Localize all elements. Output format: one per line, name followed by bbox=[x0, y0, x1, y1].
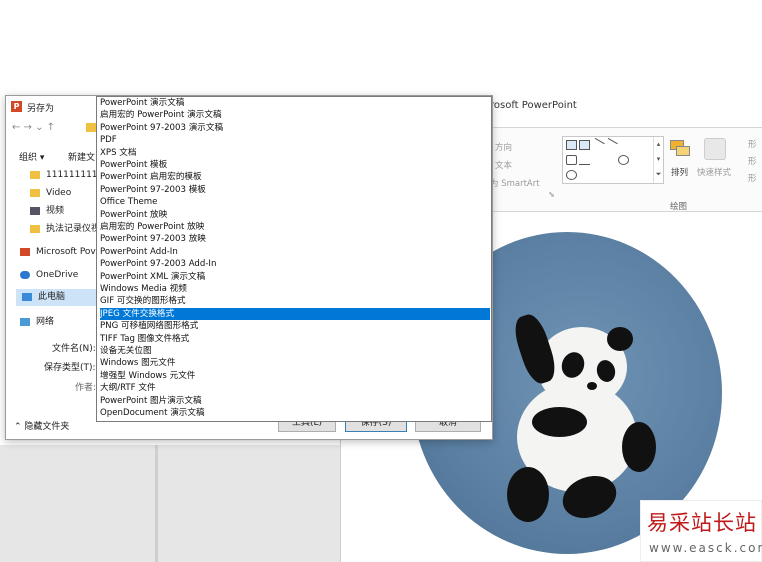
list-item[interactable]: 设备无关位图 bbox=[100, 345, 490, 357]
list-item[interactable]: GIF 可交换的图形格式 bbox=[100, 295, 490, 307]
shape-effects-button[interactable]: 形 bbox=[748, 172, 757, 184]
list-item[interactable]: Office Theme bbox=[100, 196, 490, 208]
chevron-up-icon: ⌃ bbox=[14, 422, 25, 432]
list-item[interactable]: PNG 可移植网络图形格式 bbox=[100, 320, 490, 332]
sidebar-item-label: Microsoft Pov bbox=[36, 247, 96, 257]
window-title: rosoft PowerPoint bbox=[490, 100, 577, 111]
arrow-shape-icon[interactable] bbox=[603, 137, 618, 153]
panda-leg-left bbox=[507, 467, 549, 522]
watermark: 易采站长站 www.easck.com bbox=[640, 500, 762, 562]
save-type-dropdown-list[interactable]: PowerPoint 演示文稿 启用宏的 PowerPoint 演示文稿 Pow… bbox=[96, 96, 492, 422]
pane-splitter[interactable] bbox=[155, 445, 158, 562]
rectangle-shape-icon[interactable] bbox=[566, 155, 577, 165]
gallery-scroll-icon[interactable]: ▴ ▾ ⏷ bbox=[653, 137, 663, 183]
powerpoint-icon bbox=[20, 247, 30, 256]
convert-smartart-button[interactable]: 为 SmartArt bbox=[490, 177, 540, 189]
list-item[interactable]: PowerPoint 97-2003 Add-In bbox=[100, 258, 490, 270]
organize-button[interactable]: 组织 ▾ bbox=[19, 150, 44, 163]
watermark-text: 易采站长站 bbox=[647, 511, 757, 535]
arrange-button[interactable]: 排列 bbox=[671, 166, 688, 178]
list-item[interactable]: 启用宏的 PowerPoint 放映 bbox=[100, 221, 490, 233]
folder-icon bbox=[30, 224, 40, 233]
list-item[interactable]: XPS 文档 bbox=[100, 147, 490, 159]
dialog-title: 另存为 bbox=[27, 104, 55, 114]
filename-label: 文件名(N): bbox=[52, 344, 96, 354]
watermark-url: www.easck.com bbox=[649, 541, 762, 555]
triangle-shape-icon[interactable] bbox=[579, 155, 590, 165]
panda-shoulder bbox=[532, 407, 587, 437]
list-item[interactable]: TIFF Tag 图像文件格式 bbox=[100, 333, 490, 345]
list-item[interactable]: PowerPoint Add-In bbox=[100, 246, 490, 258]
text-direction-button[interactable]: 方向 bbox=[495, 141, 512, 153]
powerpoint-icon: P bbox=[11, 101, 22, 112]
quick-styles-icon bbox=[704, 138, 726, 160]
folder-icon bbox=[30, 170, 40, 179]
list-item[interactable]: PowerPoint 放映 bbox=[100, 209, 490, 221]
list-item[interactable]: Windows Media 视频 bbox=[100, 283, 490, 295]
folder-icon bbox=[30, 188, 40, 197]
group-drawing-label: 绘图 bbox=[670, 202, 688, 212]
panda-nose bbox=[587, 382, 597, 390]
list-item[interactable]: PowerPoint 97-2003 模板 bbox=[100, 184, 490, 196]
computer-icon bbox=[22, 292, 32, 301]
sidebar-item-label: 执法记录仪视 bbox=[46, 224, 101, 234]
list-item[interactable]: PowerPoint 演示文稿 bbox=[100, 97, 490, 109]
align-text-button[interactable]: 文本 bbox=[495, 159, 512, 171]
double-arrow-shape-icon[interactable] bbox=[618, 140, 629, 150]
sidebar-item-label: 111111111 bbox=[46, 170, 98, 180]
list-item[interactable]: PowerPoint 启用宏的模板 bbox=[100, 171, 490, 183]
sidebar-item-label: Video bbox=[46, 188, 72, 198]
shape-fill-button[interactable]: 形 bbox=[748, 138, 757, 150]
list-item[interactable]: Windows 图元文件 bbox=[100, 357, 490, 369]
sidebar-item-label: 视频 bbox=[46, 206, 65, 216]
list-item[interactable]: 增强型 Windows 元文件 bbox=[100, 370, 490, 382]
dialog-launcher-icon[interactable]: ⬊ bbox=[548, 190, 555, 200]
panda-arm-right bbox=[622, 422, 656, 472]
textbox-shape-icon[interactable] bbox=[566, 140, 577, 150]
network-icon bbox=[20, 317, 30, 326]
connector-shape-icon[interactable] bbox=[605, 155, 616, 165]
video-icon bbox=[30, 206, 40, 215]
sidebar-item-label: 此电脑 bbox=[38, 292, 66, 302]
circle-shape-icon[interactable] bbox=[618, 155, 629, 165]
hide-folders-toggle[interactable]: ⌃ 隐藏文件夹 bbox=[14, 419, 69, 432]
list-item[interactable]: PowerPoint 图片演示文稿 bbox=[100, 395, 490, 407]
author-label: 作者: bbox=[75, 383, 97, 393]
sidebar-item-label: OneDrive bbox=[36, 270, 79, 280]
slide-pane-background bbox=[0, 445, 340, 562]
list-item[interactable]: PowerPoint 97-2003 放映 bbox=[100, 233, 490, 245]
list-item[interactable]: OpenDocument 演示文稿 bbox=[100, 407, 490, 419]
savetype-label: 保存类型(T): bbox=[44, 363, 96, 373]
hide-folders-label: 隐藏文件夹 bbox=[24, 422, 70, 432]
brace-shape-icon[interactable] bbox=[618, 170, 629, 180]
cloud-icon bbox=[20, 270, 30, 279]
nav-buttons[interactable]: ← → ⌄ ↑ bbox=[12, 122, 55, 133]
list-item[interactable]: PowerPoint 97-2003 演示文稿 bbox=[100, 122, 490, 134]
new-folder-button[interactable]: 新建文 bbox=[68, 150, 95, 163]
shape-outline-button[interactable]: 形 bbox=[748, 155, 757, 167]
shapes-gallery[interactable]: ▴ ▾ ⏷ bbox=[562, 136, 664, 184]
list-item[interactable]: PowerPoint XML 演示文稿 bbox=[100, 271, 490, 283]
panda-ear bbox=[607, 327, 633, 351]
vertical-textbox-shape-icon[interactable] bbox=[579, 140, 590, 150]
arrange-icon-back bbox=[676, 146, 690, 156]
list-item[interactable]: 启用宏的 PowerPoint 演示文稿 bbox=[100, 109, 490, 121]
list-item-selected[interactable]: JPEG 文件交换格式 bbox=[100, 307, 490, 321]
list-item[interactable]: PDF bbox=[100, 134, 490, 146]
oval-shape-icon[interactable] bbox=[566, 170, 577, 180]
list-item[interactable]: PowerPoint 模板 bbox=[100, 159, 490, 171]
list-item[interactable]: 大纲/RTF 文件 bbox=[100, 382, 490, 394]
sidebar-item-this-pc[interactable]: 此电脑 bbox=[16, 289, 106, 306]
quick-styles-button[interactable]: 快速样式 bbox=[697, 166, 731, 178]
sidebar-item-label: 网络 bbox=[36, 317, 55, 327]
